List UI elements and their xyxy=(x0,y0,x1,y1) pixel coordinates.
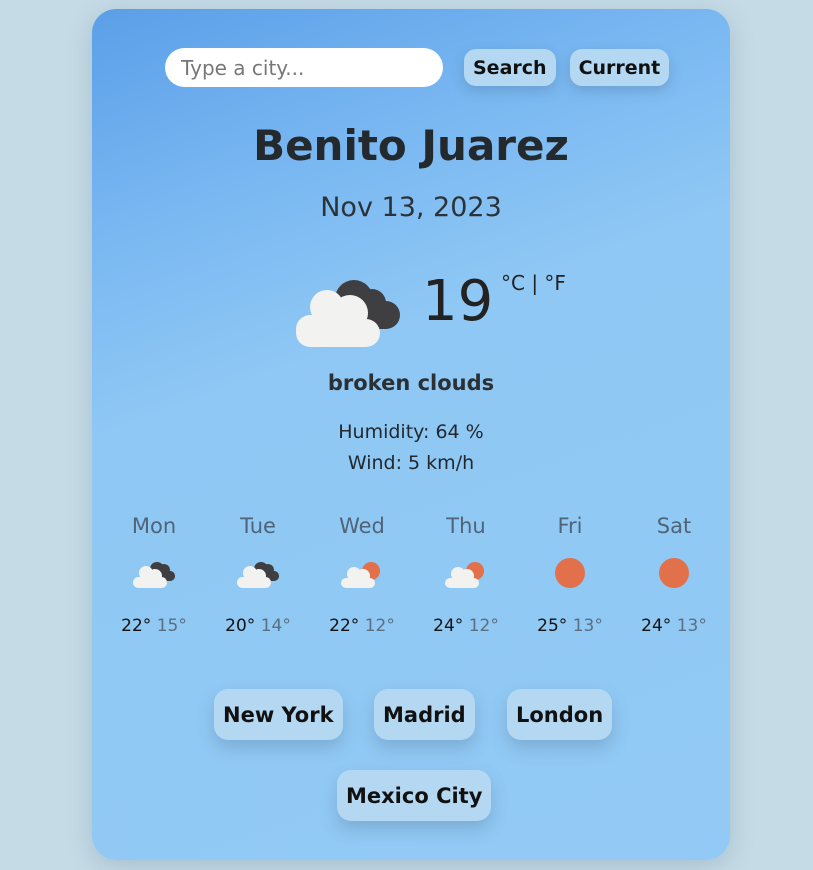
city-name: Benito Juarez xyxy=(253,121,569,170)
unit-toggle[interactable]: °C | °F xyxy=(501,271,566,295)
forecast-day-name: Mon xyxy=(131,514,177,538)
sun-icon xyxy=(518,544,622,602)
city-button-madrid[interactable]: Madrid xyxy=(374,689,475,740)
forecast-day-name: Sat xyxy=(656,514,692,538)
city-button-london[interactable]: London xyxy=(507,689,613,740)
forecast-day-name: Fri xyxy=(557,514,583,538)
forecast-min: 12° xyxy=(468,616,499,636)
forecast-max: 22° xyxy=(121,616,152,636)
weather-description: broken clouds xyxy=(327,371,495,395)
current-date: Nov 13, 2023 xyxy=(320,192,502,223)
forecast-day: Fri 25° 13° xyxy=(518,514,622,636)
broken-clouds-icon xyxy=(292,267,402,355)
wind-text: Wind: 5 km/h xyxy=(347,452,475,474)
forecast-day: Sat 24° 13° xyxy=(622,514,726,636)
humidity-text: Humidity: 64 % xyxy=(338,421,484,443)
forecast-day-name: Thu xyxy=(446,514,486,538)
weather-card: Search Current Benito Juarez Nov 13, 202… xyxy=(92,9,730,860)
forecast-temps: 24° 12° xyxy=(414,616,518,636)
forecast-row: Mon 22° 15° Tue 20° 14° Wed 22° 12° Thu xyxy=(102,514,726,636)
forecast-max: 24° xyxy=(433,616,464,636)
few-clouds-icon xyxy=(414,544,518,602)
forecast-day: Thu 24° 12° xyxy=(414,514,518,636)
forecast-min: 15° xyxy=(156,616,187,636)
forecast-temps: 22° 12° xyxy=(310,616,414,636)
forecast-max: 22° xyxy=(329,616,360,636)
forecast-day-name: Tue xyxy=(240,514,276,538)
current-temperature: 19 xyxy=(422,269,494,334)
sun-icon xyxy=(622,544,726,602)
forecast-max: 25° xyxy=(537,616,568,636)
forecast-temps: 24° 13° xyxy=(622,616,726,636)
forecast-max: 24° xyxy=(641,616,672,636)
forecast-day: Mon 22° 15° xyxy=(102,514,206,636)
broken-clouds-icon xyxy=(102,544,206,602)
forecast-min: 14° xyxy=(260,616,291,636)
forecast-temps: 20° 14° xyxy=(206,616,310,636)
forecast-min: 12° xyxy=(364,616,395,636)
broken-clouds-icon xyxy=(206,544,310,602)
few-clouds-icon xyxy=(310,544,414,602)
city-button-mexico-city[interactable]: Mexico City xyxy=(337,770,492,821)
search-bar: Search Current xyxy=(165,48,670,87)
forecast-day-name: Wed xyxy=(339,514,385,538)
search-button[interactable]: Search xyxy=(464,49,556,86)
forecast-day: Tue 20° 14° xyxy=(206,514,310,636)
forecast-day: Wed 22° 12° xyxy=(310,514,414,636)
search-input[interactable] xyxy=(165,48,443,87)
city-button-new-york[interactable]: New York xyxy=(214,689,343,740)
forecast-min: 13° xyxy=(572,616,603,636)
forecast-temps: 22° 15° xyxy=(102,616,206,636)
current-location-button[interactable]: Current xyxy=(569,49,670,86)
forecast-max: 20° xyxy=(225,616,256,636)
forecast-min: 13° xyxy=(676,616,707,636)
forecast-temps: 25° 13° xyxy=(518,616,622,636)
